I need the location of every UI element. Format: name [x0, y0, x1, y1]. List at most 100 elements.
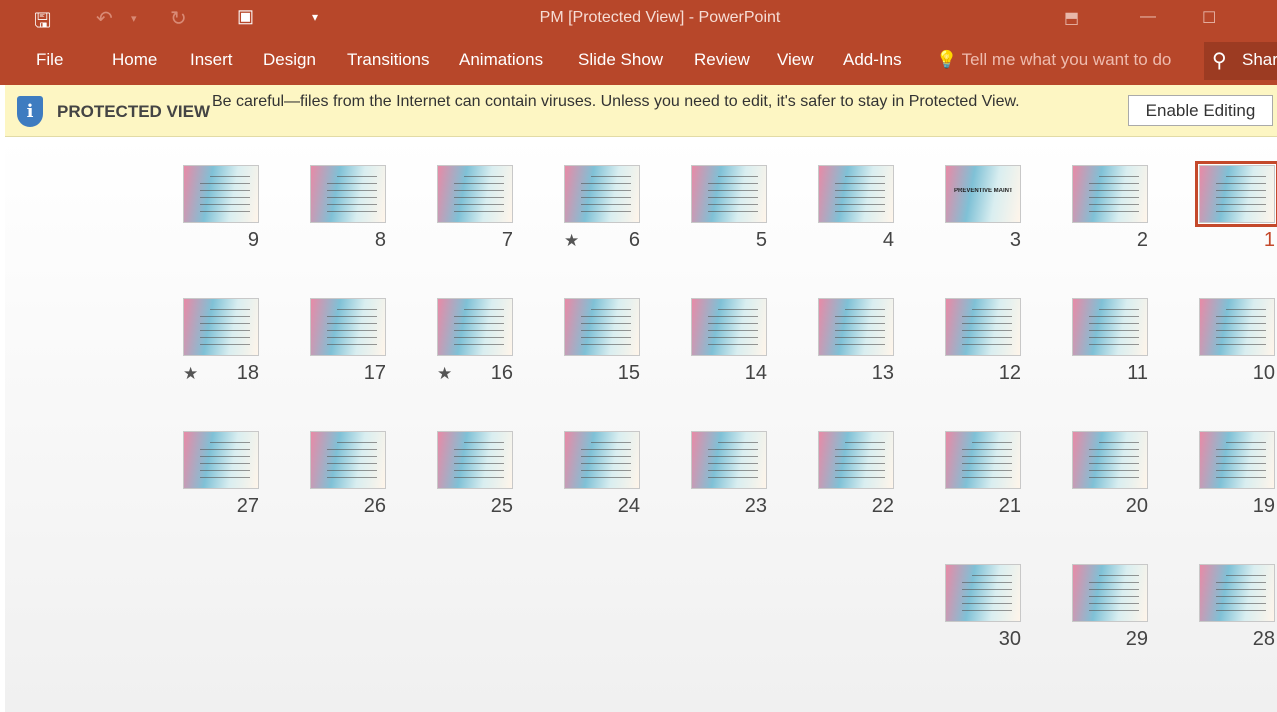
- share-button[interactable]: ⚲ Share: [1204, 42, 1277, 80]
- slide-thumbnail[interactable]: [183, 165, 259, 223]
- slide-thumbnail[interactable]: [437, 165, 513, 223]
- slide-content-line: [835, 323, 885, 324]
- animation-star-icon: ★: [564, 231, 580, 250]
- slide-thumbnail[interactable]: [1199, 564, 1275, 622]
- slide-number: 3: [1009, 229, 1021, 251]
- slide-content-line: [962, 603, 1012, 604]
- slide-content-line: [454, 470, 504, 471]
- slide-thumbnail[interactable]: [310, 298, 386, 356]
- slide-thumbnail[interactable]: [818, 431, 894, 489]
- slide-thumbnail[interactable]: [564, 165, 640, 223]
- slide-text: PREVENTIVE MAINTENANCE: [954, 188, 1012, 194]
- slide-content-line: [591, 309, 631, 310]
- slide-thumbnail[interactable]: [1072, 431, 1148, 489]
- slide-content-line: [962, 589, 1012, 590]
- slide-number: 24: [617, 495, 640, 517]
- animation-star-icon: ★: [437, 364, 453, 383]
- slide-thumbnail[interactable]: [1072, 298, 1148, 356]
- slide-content-line: [327, 323, 377, 324]
- slide-content-line: [1089, 344, 1139, 345]
- slide-content-line: [581, 211, 631, 212]
- slide-content-line: [454, 323, 504, 324]
- slide-thumbnail[interactable]: [691, 298, 767, 356]
- slide-thumbnail[interactable]: [310, 431, 386, 489]
- tab-animations[interactable]: Animations: [459, 50, 543, 70]
- slide-thumbnail[interactable]: [183, 298, 259, 356]
- slide-content-line: [1089, 211, 1139, 212]
- slide-content-line: [1089, 477, 1139, 478]
- slide-content-line: [454, 330, 504, 331]
- slide-number: 1: [1263, 229, 1275, 251]
- tab-file[interactable]: File: [36, 50, 63, 70]
- slide-content-line: [1216, 337, 1266, 338]
- tab-transitions[interactable]: Transitions: [347, 50, 430, 70]
- slide-content-line: [581, 456, 631, 457]
- slide-content-line: [581, 470, 631, 471]
- slide-content-line: [327, 470, 377, 471]
- enable-editing-button[interactable]: Enable Editing: [1128, 95, 1273, 126]
- slide-content-line: [1216, 204, 1266, 205]
- slide-content-line: [1216, 330, 1266, 331]
- slide-thumbnail[interactable]: [564, 431, 640, 489]
- slide-number: 15: [617, 362, 640, 384]
- slide-thumbnail[interactable]: [818, 165, 894, 223]
- slide-thumbnail[interactable]: [1072, 165, 1148, 223]
- slide-thumbnail[interactable]: [945, 431, 1021, 489]
- slide-content-line: [1216, 197, 1266, 198]
- slide-content-line: [327, 211, 377, 212]
- slide-content-line: [581, 197, 631, 198]
- slide-thumbnail[interactable]: PREVENTIVE MAINTENANCE: [945, 165, 1021, 223]
- slide-content-line: [1216, 211, 1266, 212]
- slide-content-line: [708, 463, 758, 464]
- slide-thumbnail[interactable]: [691, 431, 767, 489]
- ribbon-display-icon[interactable]: ⬒: [1064, 8, 1079, 28]
- maximize-icon[interactable]: ☐: [1202, 8, 1216, 28]
- slide-content-line: [845, 309, 885, 310]
- slide-thumbnail[interactable]: [183, 431, 259, 489]
- slide-content-line: [200, 449, 250, 450]
- slide-content-line: [835, 211, 885, 212]
- slide-content-line: [962, 456, 1012, 457]
- slide-thumbnail[interactable]: [691, 165, 767, 223]
- slide-thumbnail[interactable]: [945, 564, 1021, 622]
- slide-content-line: [1089, 582, 1139, 583]
- minimize-icon[interactable]: —: [1140, 8, 1156, 26]
- slide-content-line: [327, 344, 377, 345]
- slide-thumbnail[interactable]: [1072, 564, 1148, 622]
- slide-content-line: [708, 316, 758, 317]
- slide-content-line: [1089, 603, 1139, 604]
- slide-content-line: [200, 344, 250, 345]
- slide-content-line: [210, 176, 250, 177]
- slide-thumbnail[interactable]: [818, 298, 894, 356]
- slide-content-line: [845, 442, 885, 443]
- slide-thumbnail[interactable]: [1195, 161, 1277, 227]
- slide-thumbnail[interactable]: [564, 298, 640, 356]
- tab-view[interactable]: View: [777, 50, 814, 70]
- slide-content-line: [708, 183, 758, 184]
- tell-me-box[interactable]: 💡 Tell me what you want to do: [936, 50, 1171, 70]
- slide-thumbnail[interactable]: [1199, 298, 1275, 356]
- slide-content-line: [835, 477, 885, 478]
- slide-content-line: [1089, 610, 1139, 611]
- slide-thumbnail[interactable]: [1199, 431, 1275, 489]
- slide-content-line: [1089, 596, 1139, 597]
- slide-content-line: [962, 449, 1012, 450]
- slide-content-line: [327, 330, 377, 331]
- slide-content-line: [845, 176, 885, 177]
- tab-add-ins[interactable]: Add-Ins: [843, 50, 902, 70]
- tab-insert[interactable]: Insert: [190, 50, 233, 70]
- slide-content-line: [835, 183, 885, 184]
- tab-slide-show[interactable]: Slide Show: [578, 50, 663, 70]
- tab-review[interactable]: Review: [694, 50, 750, 70]
- slide-thumbnail[interactable]: [437, 431, 513, 489]
- slide-thumbnail[interactable]: [945, 298, 1021, 356]
- slide-content-line: [835, 330, 885, 331]
- slide-content-line: [708, 197, 758, 198]
- slide-content-line: [1216, 344, 1266, 345]
- slide-thumbnail[interactable]: [310, 165, 386, 223]
- slide-content-line: [1089, 337, 1139, 338]
- tab-home[interactable]: Home: [112, 50, 157, 70]
- tab-design[interactable]: Design: [263, 50, 316, 70]
- slide-thumbnail[interactable]: [437, 298, 513, 356]
- slide-content-line: [1216, 603, 1266, 604]
